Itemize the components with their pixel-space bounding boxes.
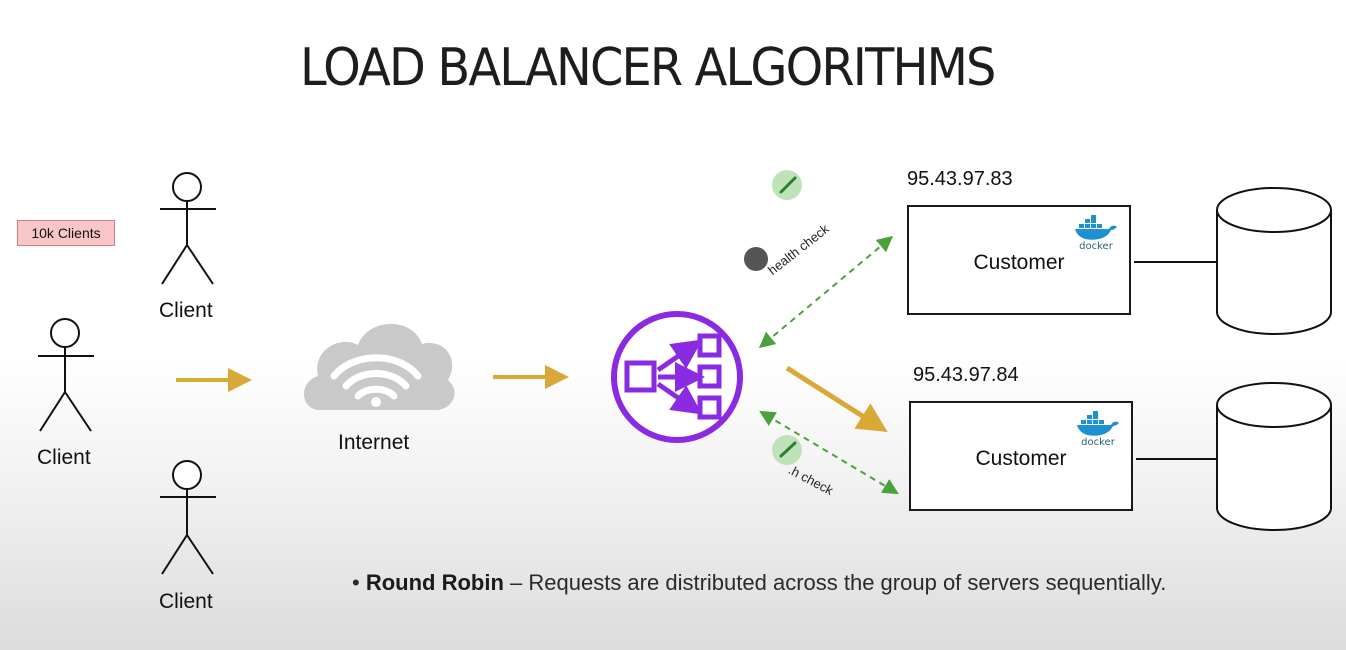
client-bottom-label: Client xyxy=(159,590,213,613)
bullet-dot: • xyxy=(352,570,366,595)
algorithm-bullet: • Round Robin – Requests are distributed… xyxy=(352,570,1166,596)
client-bottom-stick-figure-icon xyxy=(160,460,216,575)
check-dot-icon-top xyxy=(772,170,802,200)
server-1-box: Customer docker xyxy=(907,205,1131,315)
client-middle-stick-figure-icon xyxy=(38,318,94,432)
client-top-stick-figure-icon xyxy=(160,172,216,285)
server-2-logo-text: docker xyxy=(1081,437,1115,448)
docker-whale-icon: docker xyxy=(1075,411,1121,451)
diagram-canvas xyxy=(38,170,1332,575)
database-cylinder-icon-2 xyxy=(1216,382,1332,531)
database-cylinder-icon-1 xyxy=(1216,187,1332,335)
server-2-box: Customer docker xyxy=(909,401,1133,511)
arrow-lb-to-server-2 xyxy=(785,365,888,433)
server-2-ip: 95.43.97.84 xyxy=(913,364,1019,386)
client-top-label: Client xyxy=(159,299,213,322)
server-1-logo-text: docker xyxy=(1079,241,1113,252)
client-middle-label: Client xyxy=(37,446,91,469)
cursor-pointer-icon xyxy=(744,247,768,271)
bullet-term: Round Robin xyxy=(365,570,504,595)
bullet-description: Requests are distributed across the grou… xyxy=(528,570,1167,595)
check-dot-icon-bottom xyxy=(772,435,802,465)
cloud-wifi-icon xyxy=(303,323,455,411)
bullet-dash: – xyxy=(503,570,529,595)
docker-whale-icon: docker xyxy=(1073,215,1119,255)
server-1-ip: 95.43.97.83 xyxy=(907,168,1013,190)
internet-label: Internet xyxy=(338,431,410,454)
load-balancer-icon xyxy=(611,311,743,443)
